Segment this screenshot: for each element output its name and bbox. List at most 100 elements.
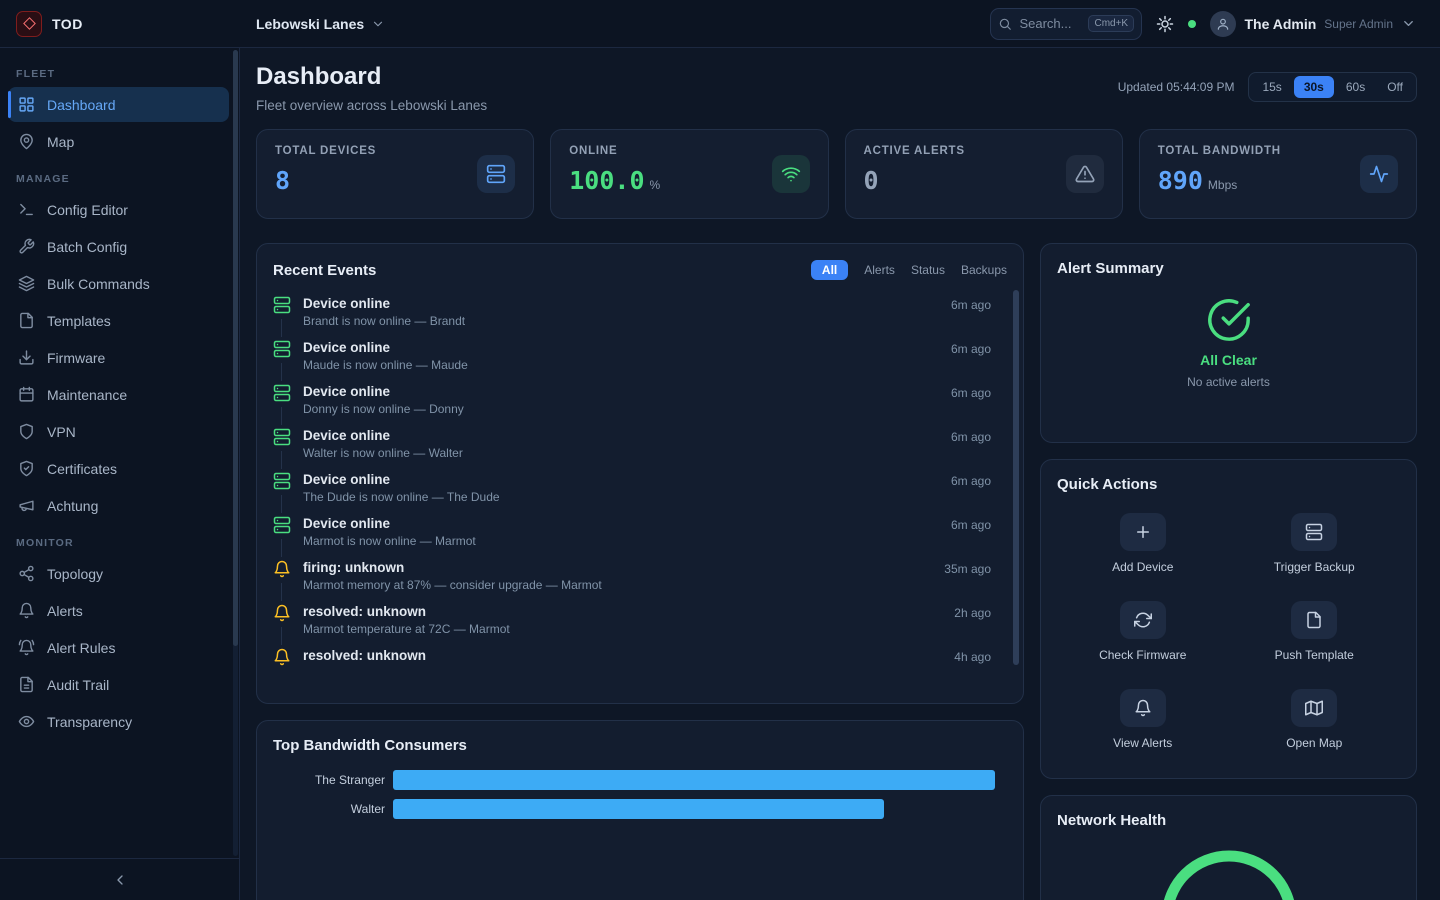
file-icon — [1291, 601, 1337, 639]
event-row: Device onlineBrandt is now online — Bran… — [273, 290, 991, 334]
sidebar-item-dashboard[interactable]: Dashboard — [8, 87, 229, 122]
stat-value: 100.0 — [569, 166, 644, 195]
event-row: Device online Walter is now online — Walt… — [273, 422, 991, 466]
file-icon — [18, 312, 35, 329]
sidebar-item-maintenance[interactable]: Maintenance — [8, 377, 229, 412]
stat-card-active-alerts: ACTIVE ALERTS 0 — [845, 129, 1123, 219]
event-title: Device online — [303, 384, 464, 399]
sidebar: FLEET Dashboard Map MANAGE Config Editor… — [0, 48, 240, 900]
quick-action-view-alerts[interactable]: View Alerts — [1113, 689, 1172, 750]
event-title: Device online — [303, 340, 468, 355]
bell-ring-icon — [18, 639, 35, 656]
events-filter-all[interactable]: All — [811, 260, 848, 280]
sidebar-item-map[interactable]: Map — [8, 124, 229, 159]
bandwidth-consumers-panel: Top Bandwidth Consumers The Stranger Wal… — [256, 720, 1024, 900]
event-detail: Brandt is now online — Brandt — [303, 314, 465, 328]
sidebar-item-vpn[interactable]: VPN — [8, 414, 229, 449]
event-row: Device onlineDonny is now online — Donny… — [273, 378, 991, 422]
quick-action-trigger-backup[interactable]: Trigger Backup — [1274, 513, 1355, 574]
sidebar-item-transparency[interactable]: Transparency — [8, 704, 229, 739]
event-time: 4h ago — [954, 648, 991, 680]
page-title: Dashboard — [256, 62, 487, 92]
quick-action-label: Add Device — [1112, 560, 1173, 574]
user-menu[interactable]: The Admin Super Admin — [1210, 11, 1416, 37]
sidebar-item-bulk-commands[interactable]: Bulk Commands — [8, 266, 229, 301]
bandwidth-title: Top Bandwidth Consumers — [273, 737, 1007, 754]
sidebar-item-alerts[interactable]: Alerts — [8, 593, 229, 628]
bandwidth-device-label: The Stranger — [273, 773, 385, 787]
event-time: 6m ago — [951, 516, 991, 548]
server-icon — [273, 296, 291, 314]
event-detail: Marmot memory at 87% — consider upgrade … — [303, 578, 602, 592]
event-time: 6m ago — [951, 428, 991, 460]
sidebar-section-manage: MANAGE — [16, 173, 221, 185]
megaphone-icon — [18, 497, 35, 514]
quick-action-label: Check Firmware — [1099, 648, 1186, 662]
sidebar-collapse-button[interactable] — [0, 858, 239, 900]
sidebar-item-label: Transparency — [47, 714, 132, 730]
event-title: Device online — [303, 428, 463, 443]
quick-action-open-map[interactable]: Open Map — [1286, 689, 1342, 750]
event-detail: Walter is now online — Walter — [303, 446, 463, 460]
quick-action-check-firmware[interactable]: Check Firmware — [1099, 601, 1186, 662]
chevron-down-icon — [1401, 16, 1416, 31]
shield-icon — [18, 423, 35, 440]
stat-label: TOTAL DEVICES — [275, 145, 376, 157]
event-title: resolved: unknown — [303, 648, 426, 663]
sidebar-item-achtung[interactable]: Achtung — [8, 488, 229, 523]
layers-icon — [18, 275, 35, 292]
sidebar-item-audit-trail[interactable]: Audit Trail — [8, 667, 229, 702]
sidebar-item-batch-config[interactable]: Batch Config — [8, 229, 229, 264]
terminal-icon — [18, 201, 35, 218]
events-scrollbar[interactable] — [1013, 290, 1019, 665]
sidebar-item-certificates[interactable]: Certificates — [8, 451, 229, 486]
refresh-option-off[interactable]: Off — [1377, 76, 1413, 98]
stat-unit: % — [650, 178, 661, 192]
event-row: Device onlineThe Dude is now online — Th… — [273, 466, 991, 510]
event-row: firing: unknownMarmot memory at 87% — co… — [273, 554, 991, 598]
event-detail: Maude is now online — Maude — [303, 358, 468, 372]
sidebar-item-config-editor[interactable]: Config Editor — [8, 192, 229, 227]
bell-icon — [18, 602, 35, 619]
alert-detail-text: No active alerts — [1187, 375, 1270, 389]
refresh-option-15s[interactable]: 15s — [1252, 76, 1291, 98]
events-filter-alerts[interactable]: Alerts — [864, 263, 895, 277]
server-icon — [273, 384, 291, 402]
org-switcher[interactable]: Lebowski Lanes — [256, 16, 385, 32]
events-filter-status[interactable]: Status — [911, 263, 945, 277]
sidebar-item-templates[interactable]: Templates — [8, 303, 229, 338]
event-title: Device online — [303, 516, 476, 531]
sidebar-item-label: Maintenance — [47, 387, 127, 403]
event-time: 6m ago — [951, 340, 991, 372]
event-time: 6m ago — [951, 384, 991, 416]
stat-label: ONLINE — [569, 145, 660, 157]
quick-action-add-device[interactable]: Add Device — [1112, 513, 1173, 574]
quick-action-push-template[interactable]: Push Template — [1275, 601, 1354, 662]
plus-icon — [1120, 513, 1166, 551]
sidebar-item-topology[interactable]: Topology — [8, 556, 229, 591]
quick-action-label: Push Template — [1275, 648, 1354, 662]
event-time: 35m ago — [944, 560, 991, 592]
sidebar-item-alert-rules[interactable]: Alert Rules — [8, 630, 229, 665]
search-input[interactable] — [1019, 16, 1081, 31]
page-subtitle: Fleet overview across Lebowski Lanes — [256, 98, 487, 113]
sidebar-scrollbar[interactable] — [233, 50, 238, 856]
sidebar-item-firmware[interactable]: Firmware — [8, 340, 229, 375]
chevron-down-icon — [371, 17, 385, 31]
theme-toggle-sun-icon[interactable] — [1156, 15, 1174, 33]
stat-label: ACTIVE ALERTS — [864, 145, 965, 157]
refresh-option-60s[interactable]: 60s — [1336, 76, 1375, 98]
sidebar-item-label: Templates — [47, 313, 111, 329]
server-icon — [273, 472, 291, 490]
global-search[interactable]: Cmd+K — [990, 8, 1142, 40]
calendar-icon — [18, 386, 35, 403]
user-name: The Admin — [1244, 16, 1316, 32]
stat-cards: TOTAL DEVICES 8 ONLINE 100.0% ACTIVE ALE… — [256, 129, 1417, 219]
events-filter-backups[interactable]: Backups — [961, 263, 1007, 277]
stat-value: 890 — [1158, 166, 1203, 195]
refresh-option-30s[interactable]: 30s — [1294, 76, 1334, 98]
quick-action-label: Open Map — [1286, 736, 1342, 750]
eye-icon — [18, 713, 35, 730]
user-role: Super Admin — [1324, 17, 1393, 31]
server-icon — [273, 516, 291, 534]
